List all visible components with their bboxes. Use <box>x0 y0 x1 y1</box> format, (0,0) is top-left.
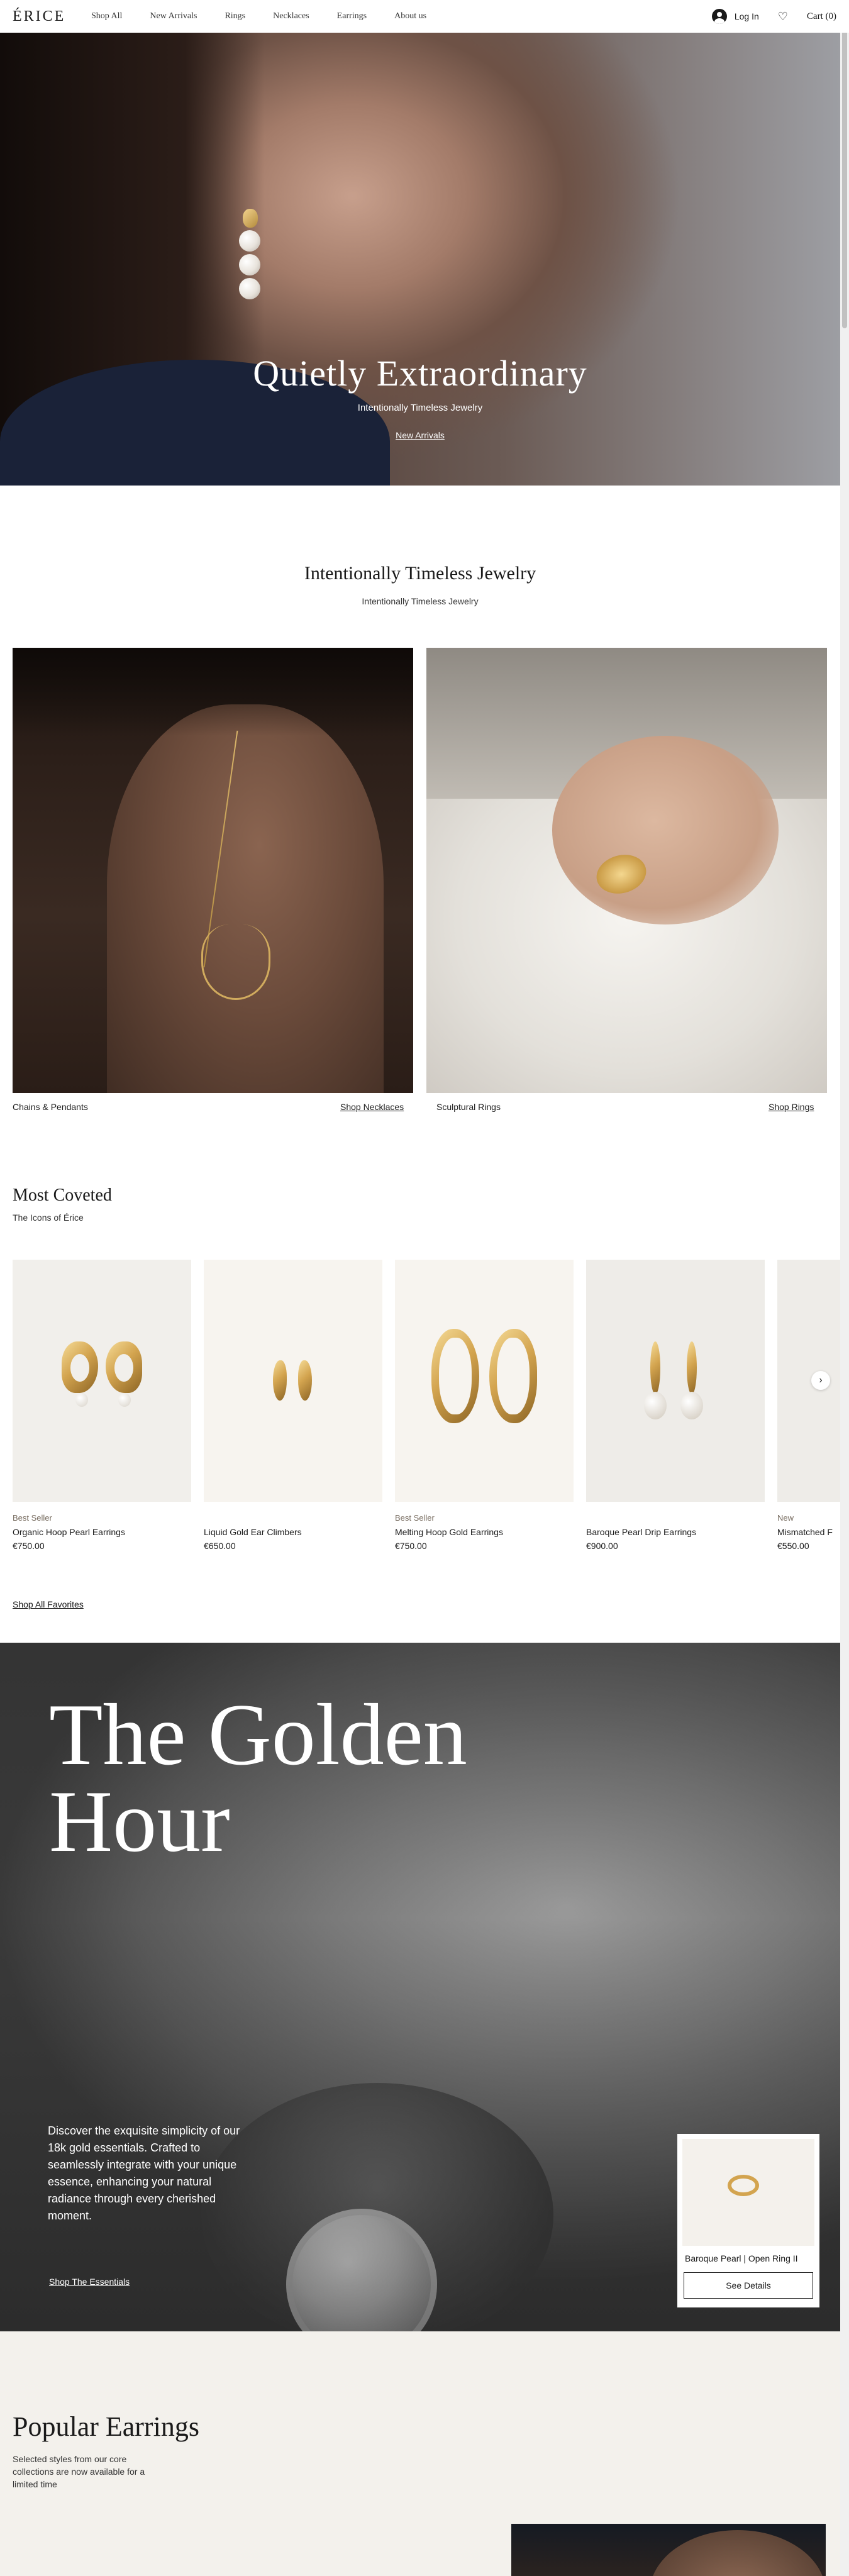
popular-earrings-title: Popular Earrings <box>13 2411 199 2442</box>
shop-rings-link[interactable]: Shop Rings <box>769 1102 814 1112</box>
hero-title: Quietly Extraordinary <box>253 353 587 394</box>
shop-essentials-link[interactable]: Shop The Essentials <box>49 2277 130 2287</box>
product-badge: Best Seller <box>13 1513 52 1523</box>
popular-earrings-text: Selected styles from our core collection… <box>13 2454 145 2489</box>
header-actions: Log In ♡ Cart (0) <box>711 9 836 24</box>
user-avatar-icon[interactable] <box>711 9 727 24</box>
necklaces-category-image[interactable] <box>13 648 413 1093</box>
logo[interactable]: ÉRICE <box>13 8 91 25</box>
rings-category-image[interactable] <box>426 648 827 1093</box>
most-coveted-subtitle: The Icons of Érice <box>13 1213 84 1223</box>
golden-hour-title-line2: Hour <box>49 1773 230 1870</box>
category-label-rings: Sculptural Rings <box>436 1102 501 1112</box>
nav-rings[interactable]: Rings <box>225 11 245 21</box>
scrollbar-thumb[interactable] <box>842 1 847 328</box>
ring-image <box>728 2175 759 2196</box>
product-price: €750.00 <box>13 1541 45 1551</box>
chevron-right-icon[interactable]: › <box>811 1371 830 1390</box>
shop-all-favorites-link[interactable]: Shop All Favorites <box>13 1599 84 1609</box>
product-badge <box>204 1513 382 1523</box>
heart-icon[interactable]: ♡ <box>778 10 788 23</box>
shop-necklaces-link[interactable]: Shop Necklaces <box>340 1102 404 1112</box>
most-coveted-title: Most Coveted <box>13 1185 112 1205</box>
product-image[interactable] <box>777 1260 840 1502</box>
hero-new-arrivals-link[interactable]: New Arrivals <box>0 430 840 440</box>
site-header: ÉRICE Shop All New Arrivals Rings Neckla… <box>0 0 849 33</box>
product-image[interactable] <box>13 1260 191 1502</box>
hero-subtitle: Intentionally Timeless Jewelry <box>357 402 483 413</box>
product-price: €900.00 <box>586 1541 618 1551</box>
nav-earrings[interactable]: Earrings <box>337 11 367 21</box>
product-price: €650.00 <box>204 1541 236 1551</box>
featured-product-name: Baroque Pearl | Open Ring II <box>685 2253 798 2263</box>
product-name[interactable]: Baroque Pearl Drip Earrings <box>586 1527 765 1537</box>
cart-link[interactable]: Cart (0) <box>807 11 836 22</box>
product-price: €750.00 <box>395 1541 427 1551</box>
product-card[interactable]: Liquid Gold Ear Climbers €650.00 <box>204 1260 382 1551</box>
product-badge: New <box>777 1513 794 1523</box>
product-name[interactable]: Liquid Gold Ear Climbers <box>204 1527 382 1537</box>
product-name[interactable]: Organic Hoop Pearl Earrings <box>13 1527 191 1537</box>
product-name[interactable]: Melting Hoop Gold Earrings <box>395 1527 574 1537</box>
product-image[interactable] <box>204 1260 382 1502</box>
section-title: Intentionally Timeless Jewelry <box>304 563 536 584</box>
product-card[interactable]: Best Seller Melting Hoop Gold Earrings €… <box>395 1260 574 1551</box>
golden-hour-title: The Golden Hour <box>49 1686 467 1870</box>
hero-image <box>0 33 840 486</box>
product-badge: Best Seller <box>395 1513 435 1523</box>
category-label-chains: Chains & Pendants <box>13 1102 88 1112</box>
golden-hour-title-line1: The Golden <box>49 1686 467 1784</box>
product-card[interactable]: Best Seller Organic Hoop Pearl Earrings … <box>13 1260 191 1551</box>
see-details-button[interactable]: See Details <box>684 2272 813 2299</box>
section-subtitle: Intentionally Timeless Jewelry <box>362 596 479 606</box>
product-name[interactable]: Mismatched F <box>777 1527 840 1537</box>
login-link[interactable]: Log In <box>735 11 759 21</box>
product-card[interactable]: Baroque Pearl Drip Earrings €900.00 <box>586 1260 765 1551</box>
product-image[interactable] <box>395 1260 574 1502</box>
popular-earrings-image[interactable] <box>511 2524 826 2576</box>
product-badge <box>586 1513 765 1523</box>
product-image[interactable] <box>586 1260 765 1502</box>
golden-hour-text: Discover the exquisite simplicity of our… <box>48 2124 240 2222</box>
product-price: €550.00 <box>777 1541 809 1551</box>
featured-product-card: Baroque Pearl | Open Ring II See Details <box>677 2134 819 2307</box>
nav-shop-all[interactable]: Shop All <box>91 11 122 21</box>
product-card[interactable]: New Mismatched F €550.00 <box>777 1260 840 1551</box>
nav-necklaces[interactable]: Necklaces <box>273 11 309 21</box>
nav-new-arrivals[interactable]: New Arrivals <box>150 11 197 21</box>
pearl-earring <box>239 209 260 299</box>
nav-about-us[interactable]: About us <box>394 11 426 21</box>
main-nav: Shop All New Arrivals Rings Necklaces Ea… <box>91 11 454 21</box>
page-scrollbar[interactable] <box>840 0 849 2576</box>
